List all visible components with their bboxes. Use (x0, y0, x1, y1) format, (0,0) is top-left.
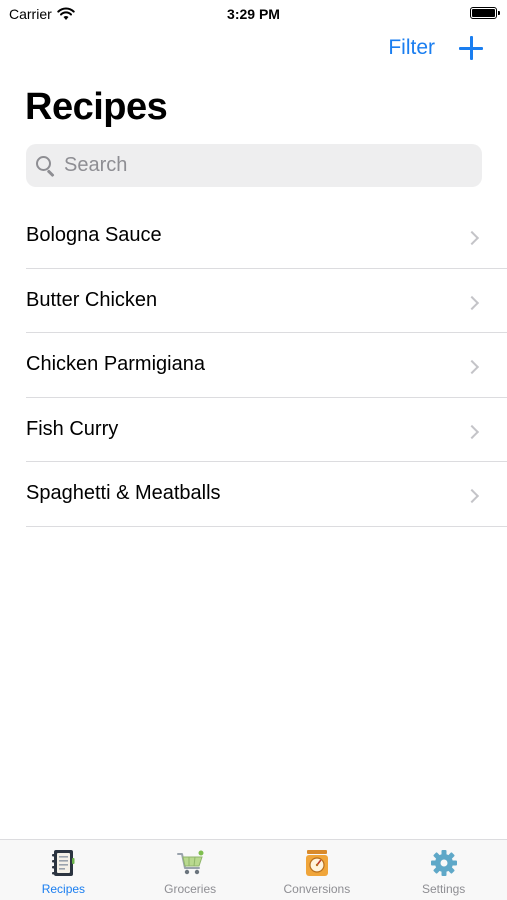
recipe-row[interactable]: Chicken Parmigiana (0, 333, 507, 398)
kitchen-scale-icon (305, 850, 328, 876)
tab-label: Settings (421, 882, 466, 896)
nav-actions: Filter (388, 36, 483, 60)
recipe-name: Chicken Parmigiana (26, 353, 205, 375)
search-bar[interactable] (26, 144, 482, 187)
recipe-name: Butter Chicken (26, 288, 158, 311)
recipe-row[interactable]: Spaghetti & Meatballs (0, 462, 507, 527)
chevron-right-icon (464, 230, 480, 246)
shopping-cart-icon (177, 850, 204, 875)
tab-settings[interactable]: Settings (380, 840, 507, 900)
gear-icon (430, 850, 457, 876)
search-input[interactable] (64, 154, 464, 177)
chevron-right-icon (464, 359, 480, 375)
tab-recipes[interactable]: Recipes (0, 840, 127, 900)
status-bar: Carrier 3:29 PM (0, 0, 507, 28)
recipe-list: Bologna Sauce Butter Chicken Chicken Par… (0, 204, 507, 527)
recipe-row[interactable]: Butter Chicken (0, 269, 507, 334)
recipe-name: Spaghetti & Meatballs (26, 482, 221, 504)
recipe-name: Fish Curry (26, 417, 119, 440)
chevron-right-icon (464, 295, 480, 310)
filter-button[interactable]: Filter (388, 36, 435, 60)
status-time: 3:29 PM (227, 6, 280, 22)
battery-icon (470, 7, 500, 19)
recipe-book-icon (52, 850, 75, 876)
recipe-name: Bologna Sauce (26, 224, 162, 246)
tab-groceries[interactable]: Groceries (127, 840, 254, 900)
tab-conversions[interactable]: Conversions (254, 840, 381, 900)
chevron-right-icon (464, 488, 480, 504)
tab-label: Groceries (164, 882, 217, 896)
recipe-row[interactable]: Fish Curry (0, 398, 507, 463)
tab-bar: Recipes Groceries Conversions Settings (0, 839, 507, 900)
tab-label: Recipes (41, 882, 86, 896)
chevron-right-icon (464, 424, 480, 439)
add-recipe-button[interactable] (459, 36, 483, 60)
recipe-row[interactable]: Bologna Sauce (0, 204, 507, 269)
search-icon (36, 155, 56, 177)
tab-label: Conversions (283, 882, 351, 896)
page-title: Recipes (25, 86, 168, 128)
